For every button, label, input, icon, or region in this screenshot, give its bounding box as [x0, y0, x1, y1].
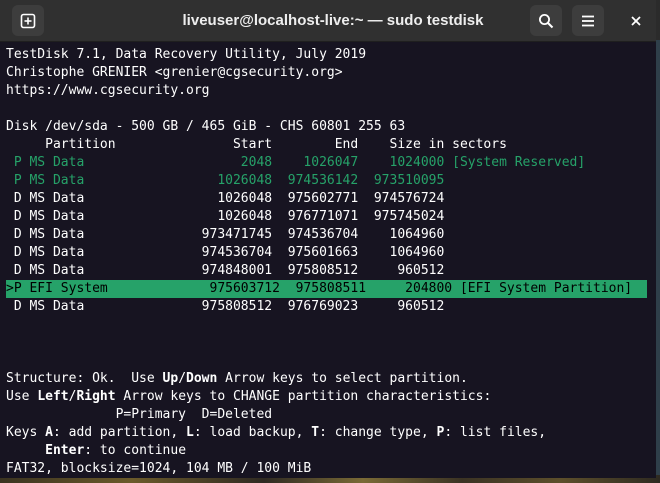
partition-row[interactable]: P MS Data 1026048 974536142 973510095 [6, 172, 444, 190]
help-text: / [178, 371, 187, 386]
new-tab-icon [20, 13, 36, 28]
help-line-keys: Keys A: add partition, L: load backup, T… [6, 424, 546, 442]
header-line: https://www.cgsecurity.org [6, 83, 210, 98]
header-line: TestDisk 7.1, Data Recovery Utility, Jul… [6, 47, 367, 62]
help-text: : change type, [319, 425, 437, 440]
close-icon [631, 15, 641, 26]
key-right: Right [76, 389, 116, 404]
header-line: Christophe GRENIER <grenier@cgsecurity.o… [6, 65, 343, 80]
help-text: : list files, [444, 425, 547, 440]
help-text: Structure: Ok. Use [6, 371, 163, 386]
terminal-window: liveuser@localhost-live:~ — sudo testdis… [0, 0, 656, 478]
partition-row[interactable]: D MS Data 1026048 975602771 974576724 [6, 190, 444, 208]
terminal-content[interactable]: TestDisk 7.1, Data Recovery Utility, Jul… [6, 46, 650, 478]
search-button[interactable] [530, 5, 562, 36]
help-line-legend: P=Primary D=Deleted [6, 407, 273, 422]
partition-row[interactable]: D MS Data 974536704 975601663 1064960 [6, 244, 444, 262]
partition-row[interactable]: D MS Data 1026048 976771071 975745024 [6, 208, 444, 226]
key-a: A [45, 425, 53, 440]
help-text: Keys [6, 425, 46, 440]
partition-row[interactable]: D MS Data 973471745 974536704 1064960 [6, 226, 444, 244]
disk-info-line: Disk /dev/sda - 500 GB / 465 GiB - CHS 6… [6, 119, 406, 134]
help-line-enter: Enter: to continue [6, 442, 186, 460]
key-l: L [186, 425, 194, 440]
close-button[interactable] [620, 5, 652, 36]
titlebar: liveuser@localhost-live:~ — sudo testdis… [0, 0, 656, 42]
help-text: : add partition, [52, 425, 187, 440]
help-line-structure: Structure: Ok. Use Up/Down Arrow keys to… [6, 370, 468, 388]
menu-button[interactable] [572, 5, 604, 36]
partition-row[interactable]: D MS Data 975808512 976769023 960512 [6, 298, 444, 316]
key-up: Up [162, 371, 179, 386]
help-text: : load backup, [193, 425, 312, 440]
partition-row[interactable]: D MS Data 974848001 975808512 960512 [6, 262, 444, 280]
help-text: Arrow keys to CHANGE partition character… [115, 389, 492, 404]
new-tab-button[interactable] [12, 5, 44, 36]
window-title: liveuser@localhost-live:~ — sudo testdis… [182, 12, 484, 29]
key-left: Left [37, 389, 69, 404]
terminal-scrollbar[interactable] [650, 42, 656, 478]
partition-columns-header: Partition Start End Size in sectors [6, 137, 507, 152]
partition-row-selected[interactable]: >P EFI System 975603712 975808511 204800… [6, 280, 647, 298]
filesystem-info-line: FAT32, blocksize=1024, 104 MB / 100 MiB [6, 461, 312, 476]
hamburger-menu-icon [582, 15, 594, 26]
partition-row[interactable]: P MS Data 2048 1026047 1024000 [System R… [6, 154, 585, 172]
key-down: Down [186, 371, 218, 386]
desktop-background-right [656, 40, 660, 483]
key-t: T [311, 425, 320, 440]
help-line-change: Use Left/Right Arrow keys to CHANGE part… [6, 388, 491, 406]
help-text: Use [6, 389, 38, 404]
key-enter: Enter [45, 443, 85, 458]
help-text [6, 443, 45, 458]
help-text: : to continue [84, 443, 187, 458]
help-text: Arrow keys to select partition. [217, 371, 468, 386]
search-icon [539, 13, 554, 28]
